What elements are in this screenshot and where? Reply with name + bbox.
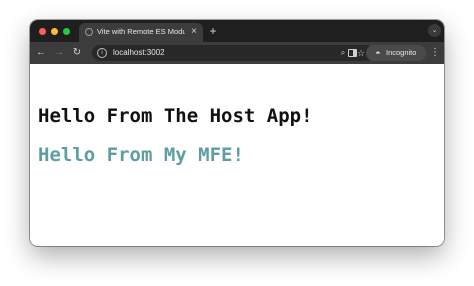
close-window-button[interactable] (39, 28, 46, 35)
minimize-window-button[interactable] (51, 28, 58, 35)
close-tab-icon[interactable]: × (188, 26, 200, 38)
side-panel-icon[interactable] (348, 49, 357, 57)
tab-title: Vite with Remote ES Modules (97, 27, 185, 36)
maximize-window-button[interactable] (63, 28, 70, 35)
active-tab[interactable]: Vite with Remote ES Modules × (79, 23, 203, 42)
page-content: Hello From The Host App! Hello From My M… (30, 64, 444, 246)
mfe-heading: Hello From My MFE! (38, 144, 244, 166)
url-text[interactable]: localhost:3002 (113, 47, 233, 59)
kebab-menu-icon[interactable]: ⋮ (430, 46, 440, 60)
site-info-icon[interactable]: i (97, 48, 107, 58)
globe-icon (85, 28, 93, 36)
back-arrow-icon[interactable]: ← (34, 46, 48, 60)
reload-icon[interactable]: ↻ (70, 46, 84, 60)
new-tab-icon[interactable]: + (206, 24, 220, 38)
incognito-badge[interactable]: ◓ Incognito (366, 45, 426, 61)
address-bar[interactable]: i localhost:3002 ⌕ ☆ (92, 45, 374, 61)
forward-arrow-icon[interactable]: → (52, 46, 66, 60)
incognito-label: Incognito (386, 48, 417, 57)
browser-window: Vite with Remote ES Modules × + ⌄ ← → ↻ … (30, 20, 444, 246)
tab-search-icon[interactable]: ⌄ (428, 24, 441, 37)
tab-strip: Vite with Remote ES Modules × + ⌄ (30, 20, 444, 42)
incognito-icon: ◓ (375, 48, 381, 58)
browser-toolbar: ← → ↻ i localhost:3002 ⌕ ☆ ◓ Incognito ⋮ (30, 42, 444, 64)
host-app-heading: Hello From The Host App! (38, 105, 313, 127)
